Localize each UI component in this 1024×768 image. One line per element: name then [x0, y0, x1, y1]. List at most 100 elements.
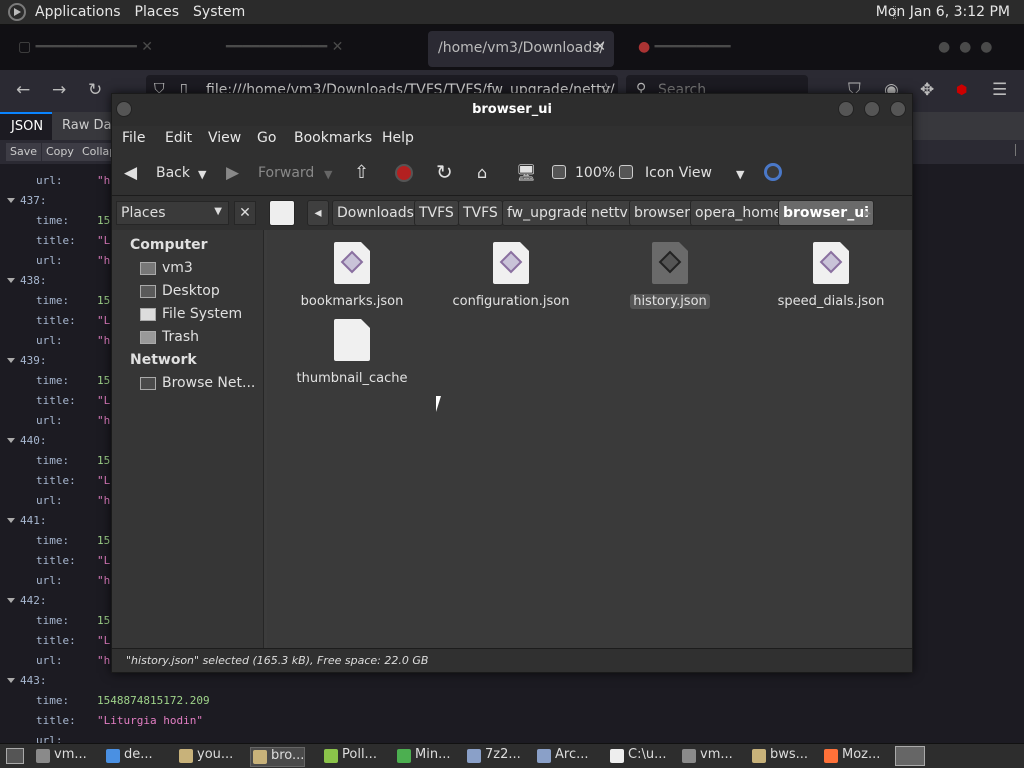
tab-json[interactable]: JSON	[0, 112, 52, 140]
json-entry-toggle[interactable]: 443:	[0, 674, 100, 694]
chevron-down-icon[interactable]	[7, 278, 15, 283]
forward-arrow-icon[interactable]: →	[52, 80, 66, 100]
file-item[interactable]: thumbnail_cache	[282, 319, 422, 386]
taskbar-item[interactable]: Poll...	[322, 747, 377, 767]
save-button[interactable]: Save	[6, 143, 42, 161]
file-item-selected[interactable]: history.json	[600, 242, 740, 309]
copy-button[interactable]: Copy	[42, 143, 78, 161]
json-entry-toggle[interactable]: 438:	[0, 274, 100, 294]
taskbar-item[interactable]: you...	[177, 747, 233, 767]
view-mode-dropdown-icon[interactable]: ▼	[736, 168, 744, 181]
chevron-down-icon[interactable]	[7, 678, 15, 683]
taskbar-item[interactable]: Arc...	[535, 747, 589, 767]
background-tab[interactable]: ▢ ━━━━━━━━━━━━ ✕	[10, 35, 200, 61]
chevron-down-icon[interactable]	[7, 198, 15, 203]
menu-edit[interactable]: Edit	[165, 130, 192, 146]
hamburger-menu-icon[interactable]: ☰	[992, 80, 1007, 100]
taskbar-item[interactable]: 7z2...	[465, 747, 521, 767]
chevron-down-icon[interactable]	[7, 438, 15, 443]
back-arrow-icon[interactable]: ◀	[124, 163, 137, 183]
json-entry-toggle[interactable]: 437:	[0, 194, 100, 214]
home-icon[interactable]: ⌂	[477, 163, 487, 182]
stop-icon[interactable]	[395, 164, 413, 182]
search-icon[interactable]	[764, 163, 782, 181]
menu-view[interactable]: View	[208, 130, 241, 146]
json-entry-toggle[interactable]: 442:	[0, 594, 100, 614]
crumb-tvfs[interactable]: TVFS	[458, 200, 503, 226]
sidebar-item-browse-network[interactable]: Browse Net...	[162, 375, 255, 391]
back-history-icon[interactable]: ▼	[198, 168, 206, 181]
taskbar-item[interactable]: C:\u...	[608, 747, 666, 767]
edit-location-icon[interactable]	[269, 200, 295, 226]
menu-file[interactable]: File	[122, 130, 145, 146]
window-menu-button[interactable]	[116, 101, 132, 117]
close-button[interactable]	[890, 101, 906, 117]
taskbar-item[interactable]: bws...	[750, 747, 808, 767]
window-title[interactable]: browser_ui	[112, 94, 912, 126]
file-item[interactable]: speed_dials.json	[761, 242, 901, 309]
sidebar-item-trash[interactable]: Trash	[162, 329, 199, 345]
menu-bookmarks[interactable]: Bookmarks	[294, 130, 372, 146]
workspace-switcher-icon[interactable]	[895, 746, 925, 766]
taskbar-item[interactable]: de...	[104, 747, 153, 767]
chevron-down-icon[interactable]	[7, 358, 15, 363]
system-menu[interactable]: System	[186, 4, 252, 20]
sidebar-item-file-system[interactable]: File System	[162, 306, 242, 322]
back-arrow-icon[interactable]: ←	[16, 80, 30, 100]
taskbar-item[interactable]: vm...	[680, 747, 733, 767]
crumb-fw-upgrade[interactable]: fw_upgrade	[502, 200, 594, 226]
clock[interactable]: Mon Jan 6, 3:12 PM	[876, 4, 1010, 20]
maximize-button[interactable]	[864, 101, 880, 117]
sidebar-item-vm3[interactable]: vm3	[162, 260, 193, 276]
taskbar-item[interactable]: Min...	[395, 747, 450, 767]
file-pane[interactable]: bookmarks.json configuration.json histor…	[267, 230, 912, 648]
json-value: "h	[97, 654, 111, 667]
top-panel: Applications Places System Mon Jan 6, 3:…	[0, 0, 1024, 25]
menu-go[interactable]: Go	[257, 130, 276, 146]
crumb-downloads[interactable]: Downloads	[332, 200, 419, 226]
json-entry-toggle[interactable]: 441:	[0, 514, 100, 534]
view-mode-select[interactable]: Icon View	[645, 165, 712, 181]
taskbar-item[interactable]: bro...	[250, 747, 306, 767]
computer-icon[interactable]: 🖥	[516, 163, 536, 182]
up-icon[interactable]: ⇧	[354, 162, 369, 183]
ublock-icon[interactable]: ⬢	[956, 83, 967, 98]
json-entry-toggle[interactable]: 439:	[0, 354, 100, 374]
crumb-tvfs[interactable]: TVFS	[414, 200, 459, 226]
background-tab[interactable]: ━━━━━━━━━━━━ ✕	[218, 35, 418, 61]
zoom-out-icon[interactable]	[552, 165, 566, 179]
crumb-right-arrow-icon[interactable]: ▸	[864, 205, 871, 221]
sidebar-item-desktop[interactable]: Desktop	[162, 283, 220, 299]
background-tab[interactable]: ● ━━━━━━━━━	[630, 35, 810, 61]
reload-icon[interactable]: ↻	[88, 80, 102, 100]
minimize-button[interactable]	[838, 101, 854, 117]
chevron-down-icon[interactable]	[7, 598, 15, 603]
reload-icon[interactable]: ↻	[436, 160, 453, 184]
places-select[interactable]: Places ▼	[116, 201, 229, 225]
file-item[interactable]: configuration.json	[441, 242, 581, 309]
chevron-down-icon[interactable]	[7, 518, 15, 523]
crumb-browser-ui[interactable]: browser_ui	[778, 200, 874, 226]
zoom-in-icon[interactable]	[619, 165, 633, 179]
show-desktop-icon[interactable]	[6, 748, 24, 764]
places-menu[interactable]: Places	[128, 4, 187, 20]
active-tab[interactable]: /home/vm3/Downloads/ ✕	[428, 31, 614, 67]
crumb-opera-home[interactable]: opera_home	[690, 200, 788, 226]
taskbar-item[interactable]: Moz...	[822, 747, 880, 767]
applications-menu[interactable]: Applications	[28, 4, 128, 20]
extensions-icon[interactable]: ✥	[920, 80, 934, 100]
tab-close-icon[interactable]: ✕	[594, 39, 606, 55]
crumb-left-arrow-icon[interactable]: ◂	[307, 200, 329, 226]
menu-help[interactable]: Help	[382, 130, 414, 146]
sidebar-header-network: Network	[130, 352, 197, 368]
file-item[interactable]: bookmarks.json	[282, 242, 422, 309]
close-sidebar-icon[interactable]: ✕	[234, 201, 256, 225]
back-button[interactable]: Back	[156, 165, 190, 181]
taskbar-item[interactable]: vm...	[34, 747, 87, 767]
taskbar-item-label: Moz...	[842, 747, 881, 762]
distro-logo-icon[interactable]	[8, 3, 26, 21]
json-file-icon	[813, 242, 849, 284]
crumb-nettv[interactable]: nettv	[586, 200, 633, 226]
crumb-browser[interactable]: browser	[629, 200, 696, 226]
json-entry-toggle[interactable]: 440:	[0, 434, 100, 454]
